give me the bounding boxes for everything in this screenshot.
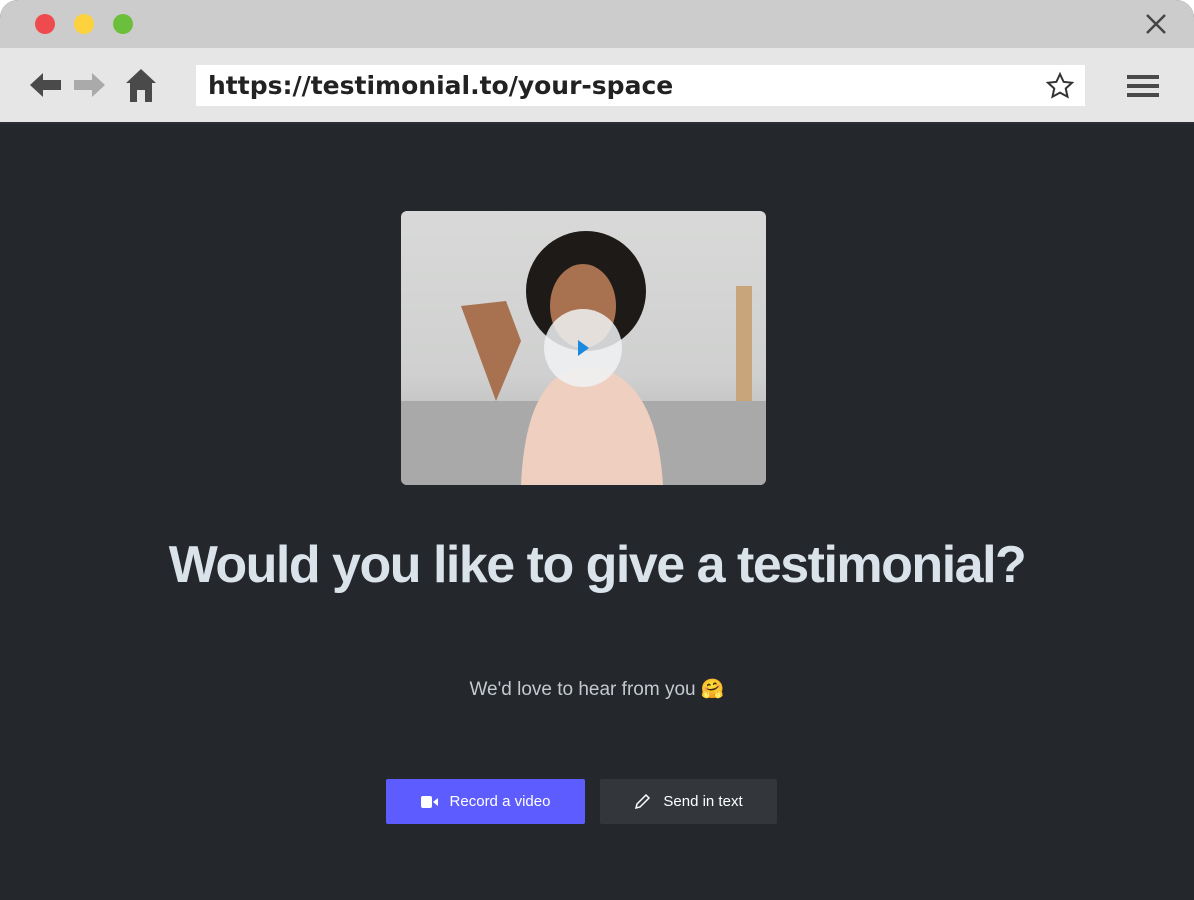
subtitle: We'd love to hear from you 🤗 [0,677,1194,701]
pencil-icon [635,793,651,810]
send-text-label: Send in text [663,793,743,810]
video-camera-icon [420,795,438,808]
record-video-label: Record a video [449,793,551,810]
page-heading: Would you like to give a testimonial? [168,536,1027,594]
forward-arrow-icon[interactable] [73,70,105,100]
url-text: https://testimonial.to/your-space [208,71,674,100]
hugging-face-emoji: 🤗 [700,679,725,700]
close-window-button[interactable] [35,14,55,34]
browser-window: https://testimonial.to/your-space Would … [0,0,1194,900]
back-arrow-icon[interactable] [30,70,62,100]
play-icon [578,340,589,356]
toolbar: https://testimonial.to/your-space [0,48,1194,124]
maximize-window-button[interactable] [113,14,133,34]
play-button[interactable] [544,309,622,387]
home-icon[interactable] [125,68,157,102]
send-text-button[interactable]: Send in text [600,779,777,824]
title-bar [0,0,1194,48]
minimize-window-button[interactable] [74,14,94,34]
close-icon[interactable] [1144,12,1168,36]
address-bar[interactable]: https://testimonial.to/your-space [196,65,1085,106]
menu-icon[interactable] [1127,74,1159,98]
video-thumbnail[interactable] [401,211,766,485]
record-video-button[interactable]: Record a video [386,779,585,824]
bookmark-star-icon[interactable] [1045,71,1075,101]
subtitle-text: We'd love to hear from you [469,679,696,700]
